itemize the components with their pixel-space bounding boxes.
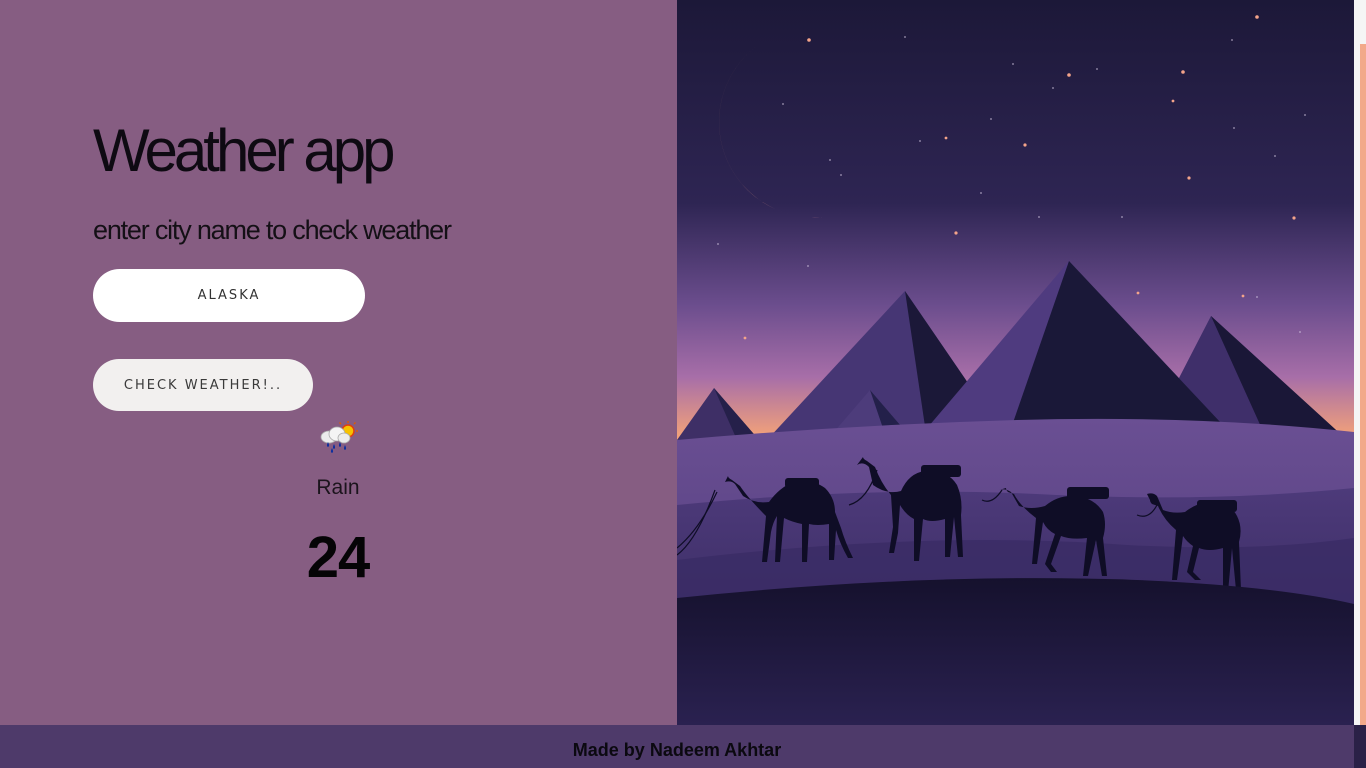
city-input[interactable] <box>93 269 365 322</box>
scrollbar-thumb[interactable] <box>1360 44 1366 725</box>
weather-condition: Rain <box>316 476 360 499</box>
temperature-value: 24 <box>306 525 371 590</box>
foreground-ground <box>677 578 1354 725</box>
check-weather-button[interactable]: CHECK WEATHER!.. <box>93 359 313 411</box>
page-subtitle: enter city name to check weather <box>93 215 452 245</box>
desert-night-illustration <box>677 0 1354 725</box>
page-title: Weather app <box>93 117 395 184</box>
footer-credit: Made by Nadeem Akhtar <box>0 725 1354 768</box>
rain-sun-icon <box>319 420 359 454</box>
left-panel: Weather app enter city name to check wea… <box>0 0 677 725</box>
